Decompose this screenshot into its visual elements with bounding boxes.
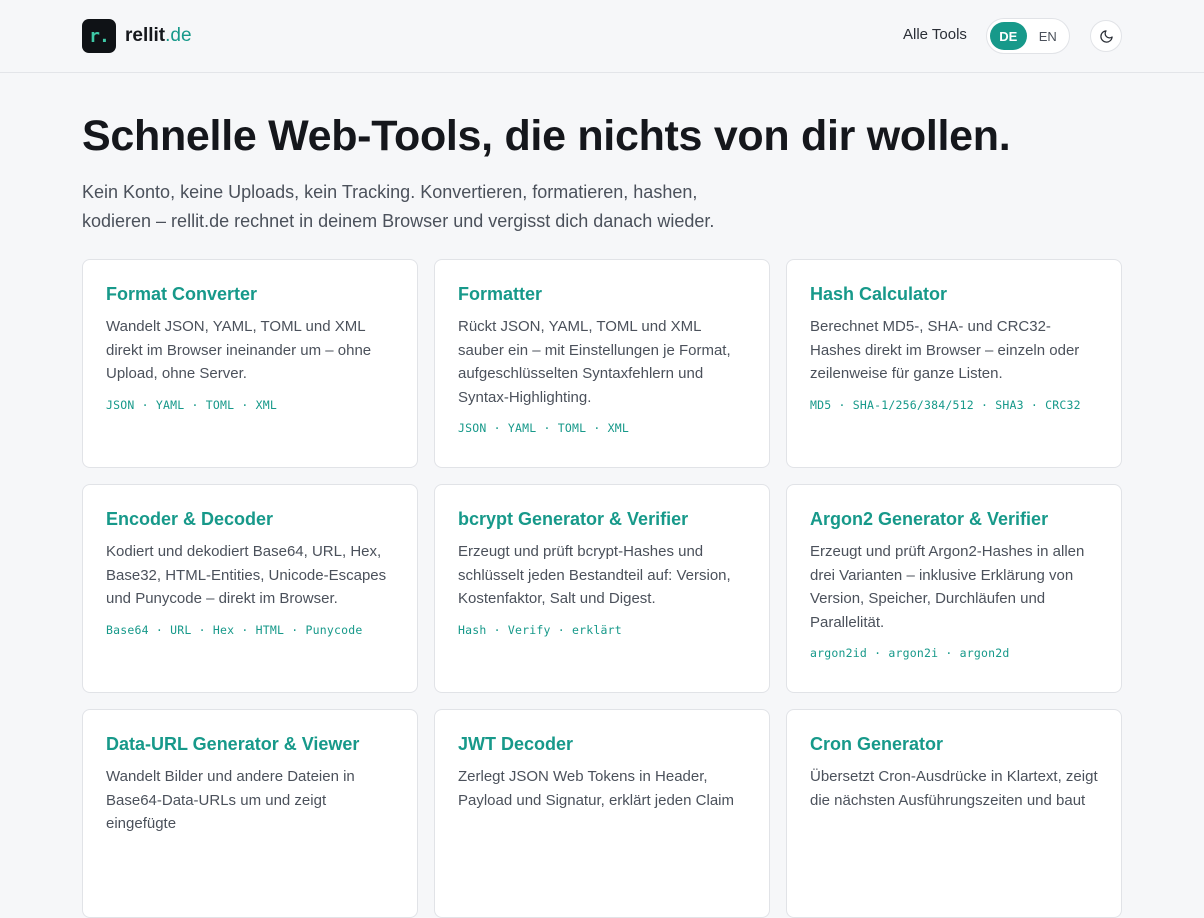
tool-card-tags: Base64 · URL · Hex · HTML · Punycode — [106, 622, 363, 637]
tool-card-title[interactable]: Encoder & Decoder — [106, 509, 394, 530]
tool-card-title[interactable]: Hash Calculator — [810, 284, 1098, 305]
tool-card-description: Berechnet MD5-, SHA- und CRC32-Hashes di… — [810, 318, 1080, 382]
page-title: Schnelle Web-Tools, die nichts von dir w… — [82, 112, 1011, 160]
tool-card-bcrypt[interactable]: bcrypt Generator & Verifier Erzeugt und … — [434, 484, 770, 693]
tool-card-tags: MD5 · SHA-1/256/384/512 · SHA3 · CRC32 — [810, 397, 1081, 412]
tool-card-description: Zerlegt JSON Web Tokens in Header, Paylo… — [458, 768, 734, 809]
tool-card-description: Wandelt Bilder und andere Dateien in Bas… — [106, 768, 355, 832]
site-header: r. rellit.de Alle Tools DE EN — [0, 0, 1204, 73]
logo-tld: .de — [165, 25, 192, 46]
tool-card-title[interactable]: Argon2 Generator & Verifier — [810, 509, 1098, 530]
tool-card-description: Erzeugt und prüft bcrypt-Hashes und schl… — [458, 543, 731, 607]
tool-card-description: Kodiert und dekodiert Base64, URL, Hex, … — [106, 543, 387, 607]
tool-card-argon2[interactable]: Argon2 Generator & Verifier Erzeugt und … — [786, 484, 1122, 693]
tool-card-tags: JSON · YAML · TOML · XML — [106, 397, 277, 412]
theme-toggle-button[interactable] — [1090, 20, 1122, 52]
tool-card-data-url[interactable]: Data-URL Generator & Viewer Wandelt Bild… — [82, 709, 418, 918]
moon-icon — [1099, 29, 1113, 43]
page-subtitle: Kein Konto, keine Uploads, kein Tracking… — [82, 182, 715, 231]
tool-card-tags: JSON · YAML · TOML · XML — [458, 421, 629, 435]
tool-card-description: Rückt JSON, YAML, TOML und XML sauber ei… — [458, 318, 731, 406]
tool-card-title[interactable]: Format Converter — [106, 284, 394, 305]
tool-card-format-converter[interactable]: Format Converter Wandelt JSON, YAML, TOM… — [82, 259, 418, 468]
tool-card-description: Wandelt JSON, YAML, TOML und XML direkt … — [106, 318, 372, 382]
tool-card-title[interactable]: Cron Generator — [810, 734, 1098, 755]
tool-card-tags: Hash · Verify · erklärt — [458, 622, 622, 637]
tool-card-tags: argon2id · argon2i · argon2d — [810, 646, 1010, 660]
tool-card-hash-calculator[interactable]: Hash Calculator Berechnet MD5-, SHA- und… — [786, 259, 1122, 468]
logo-name: rellit — [125, 25, 166, 46]
tool-card-title[interactable]: bcrypt Generator & Verifier — [458, 509, 746, 530]
tool-card-title[interactable]: Formatter — [458, 284, 746, 305]
logo-text: rellit.de — [125, 25, 192, 47]
tool-card-cron-generator[interactable]: Cron Generator Übersetzt Cron-Ausdrücke … — [786, 709, 1122, 918]
tool-card-description: Erzeugt und prüft Argon2-Hashes in allen… — [810, 543, 1085, 631]
language-switch: DE EN — [986, 18, 1070, 54]
tool-card-encoder-decoder[interactable]: Encoder & Decoder Kodiert und dekodiert … — [82, 484, 418, 693]
lang-de-button[interactable]: DE — [990, 22, 1027, 50]
tool-card-description: Übersetzt Cron-Ausdrücke in Klartext, ze… — [810, 768, 1098, 809]
tool-card-jwt-decoder[interactable]: JWT Decoder Zerlegt JSON Web Tokens in H… — [434, 709, 770, 918]
tool-card-formatter[interactable]: Formatter Rückt JSON, YAML, TOML und XML… — [434, 259, 770, 468]
lang-en-button[interactable]: EN — [1030, 22, 1067, 50]
tool-card-title[interactable]: Data-URL Generator & Viewer — [106, 734, 394, 755]
site-logo[interactable]: r. rellit.de — [82, 19, 192, 53]
nav-all-tools-link[interactable]: Alle Tools — [903, 26, 967, 43]
tool-grid: Format Converter Wandelt JSON, YAML, TOM… — [82, 259, 1122, 918]
logo-mark: r. — [82, 19, 116, 53]
tool-card-title[interactable]: JWT Decoder — [458, 734, 746, 755]
